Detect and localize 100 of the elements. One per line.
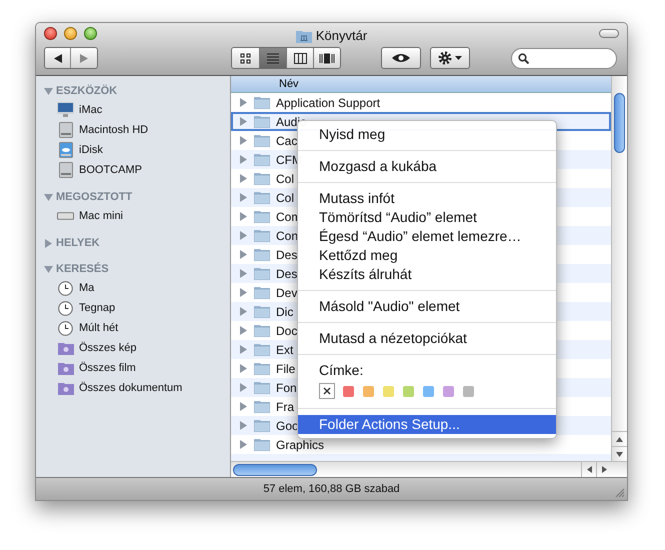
action-menu-button[interactable]	[430, 47, 470, 70]
view-mode-button[interactable]	[286, 48, 313, 68]
file-name: Graphics	[276, 436, 324, 454]
folder-icon	[254, 172, 270, 185]
sidebar-item[interactable]: Összes film	[79, 360, 136, 376]
folder-icon	[254, 134, 270, 147]
sidebar-heading: ESZKÖZÖK	[56, 84, 118, 99]
search-icon	[518, 52, 529, 64]
zoom-button[interactable]	[84, 27, 97, 40]
vertical-scrollbar[interactable]	[611, 76, 627, 461]
hard-drive-icon	[58, 162, 72, 178]
label-color-swatch[interactable]	[403, 386, 414, 396]
clock-icon	[58, 280, 73, 296]
sidebar-heading: MEGOSZTOTT	[56, 190, 132, 205]
horizontal-scroll-thumb[interactable]	[233, 464, 317, 476]
no-label-button[interactable]	[319, 383, 335, 399]
disclosure-triangle-icon[interactable]	[44, 238, 53, 248]
menu-item[interactable]: Folder Actions Setup...	[298, 415, 556, 434]
disclosure-triangle-icon[interactable]	[239, 155, 248, 164]
sidebar-item[interactable]: Múlt hét	[79, 320, 118, 336]
disclosure-triangle-icon[interactable]	[44, 264, 53, 274]
folder-icon	[254, 343, 270, 356]
menu-item[interactable]: Égesd “Audio” elemet lemezre…	[298, 227, 556, 246]
disclosure-triangle-icon[interactable]	[239, 174, 248, 183]
disclosure-triangle-icon[interactable]	[239, 98, 248, 107]
menu-item[interactable]: Mutass infót	[298, 189, 556, 208]
disclosure-triangle-icon[interactable]	[239, 212, 248, 221]
disclosure-triangle-icon[interactable]	[239, 117, 248, 126]
icon-view-icon	[240, 52, 251, 64]
sidebar-item[interactable]: iDisk	[79, 142, 103, 158]
monitor-icon	[57, 102, 74, 118]
disclosure-triangle-icon[interactable]	[239, 307, 248, 316]
sidebar-item[interactable]: Tegnap	[79, 300, 116, 316]
scroll-left-icon[interactable]	[586, 466, 592, 473]
folder-icon	[254, 115, 270, 128]
scroll-down-icon[interactable]	[616, 452, 623, 456]
back-icon	[54, 54, 62, 63]
menu-item[interactable]: Nyisd meg	[298, 125, 556, 144]
disclosure-triangle-icon[interactable]	[239, 345, 248, 354]
hard-drive-icon	[58, 122, 72, 138]
resize-grip-icon[interactable]	[614, 487, 624, 497]
menu-item[interactable]: Készíts álruhát	[298, 265, 556, 284]
toolbar-toggle-button[interactable]	[599, 29, 619, 38]
scroll-right-icon[interactable]	[602, 466, 606, 473]
sidebar-item[interactable]: iMac	[79, 102, 102, 118]
disclosure-triangle-icon[interactable]	[239, 440, 248, 449]
disclosure-triangle-icon[interactable]	[239, 288, 248, 297]
column-header[interactable]: Név	[231, 76, 611, 93]
search-field[interactable]	[511, 48, 617, 69]
sidebar-item[interactable]: Ma	[79, 280, 94, 296]
file-name: Des	[276, 266, 298, 282]
list-view-icon	[267, 52, 279, 64]
disclosure-triangle-icon[interactable]	[239, 402, 248, 411]
sidebar-item[interactable]: BOOTCAMP	[79, 162, 142, 178]
disclosure-triangle-icon[interactable]	[44, 86, 53, 96]
folder-icon	[254, 324, 270, 337]
disclosure-triangle-icon[interactable]	[239, 421, 248, 430]
scroll-thumb[interactable]	[614, 93, 625, 153]
sidebar-item[interactable]: Mac mini	[79, 208, 124, 224]
view-mode-button[interactable]	[232, 48, 259, 68]
label-color-swatch[interactable]	[463, 386, 474, 396]
disclosure-triangle-icon[interactable]	[44, 192, 53, 202]
disclosure-triangle-icon[interactable]	[239, 231, 248, 240]
disclosure-triangle-icon[interactable]	[239, 364, 248, 373]
file-name: Con	[276, 228, 298, 244]
view-mode-button[interactable]	[313, 48, 340, 68]
menu-item[interactable]: Másold "Audio" elemet	[298, 297, 556, 316]
disclosure-triangle-icon[interactable]	[239, 250, 248, 259]
quick-look-button[interactable]	[381, 47, 421, 70]
sidebar-item[interactable]: Összes dokumentum	[79, 380, 182, 396]
file-name: Doc	[276, 322, 298, 340]
folder-icon	[254, 267, 270, 280]
folder-icon	[254, 305, 270, 318]
x-icon	[323, 387, 331, 395]
forward-icon	[80, 54, 88, 63]
sidebar-item[interactable]: Macintosh HD	[79, 122, 148, 138]
sidebar-item[interactable]: Összes kép	[79, 340, 136, 356]
disclosure-triangle-icon[interactable]	[239, 269, 248, 278]
menu-item[interactable]: Kettőzd meg	[298, 246, 556, 265]
folder-icon	[254, 438, 270, 451]
label-color-swatch[interactable]	[443, 386, 454, 396]
minimize-button[interactable]	[64, 27, 77, 40]
folder-icon	[254, 419, 270, 432]
disclosure-triangle-icon[interactable]	[239, 383, 248, 392]
close-button[interactable]	[44, 27, 57, 40]
label-color-swatch[interactable]	[343, 386, 354, 396]
folder-icon	[254, 381, 270, 394]
label-color-swatch[interactable]	[423, 386, 434, 396]
folder-icon	[254, 286, 270, 299]
horizontal-scrollbar[interactable]	[231, 461, 627, 477]
label-color-swatch[interactable]	[363, 386, 374, 396]
disclosure-triangle-icon[interactable]	[239, 193, 248, 202]
label-color-swatch[interactable]	[383, 386, 394, 396]
disclosure-triangle-icon[interactable]	[239, 136, 248, 145]
settings-icon	[438, 51, 452, 66]
cover-flow-icon	[319, 52, 335, 64]
mini-computer-icon	[57, 212, 74, 220]
scroll-up-icon[interactable]	[616, 436, 623, 442]
menu-item[interactable]: Mutasd a nézetopciókat	[298, 329, 556, 348]
disclosure-triangle-icon[interactable]	[239, 326, 248, 335]
